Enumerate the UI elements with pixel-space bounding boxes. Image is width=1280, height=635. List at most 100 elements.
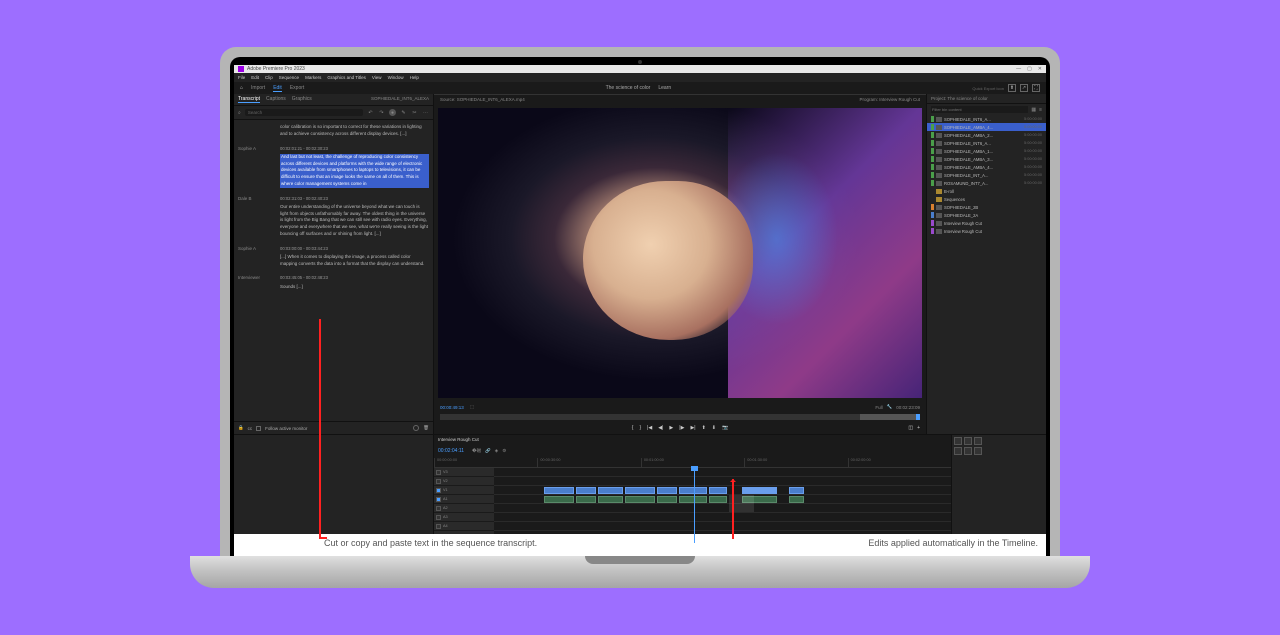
project-item[interactable]: Interview Rough Cut: [927, 227, 1046, 235]
transcript-body[interactable]: color calibration is so important to cor…: [234, 120, 433, 421]
share-icon[interactable]: ↗: [1020, 84, 1028, 92]
split-icon[interactable]: ✂: [411, 109, 418, 116]
audio-clip[interactable]: [789, 496, 804, 503]
tool-track[interactable]: [964, 437, 972, 445]
project-item[interactable]: SOPHIEDALE_INT_A...5:00:00:00: [927, 171, 1046, 179]
video-clip[interactable]: [576, 487, 596, 494]
project-item[interactable]: Interview Rough Cut: [927, 219, 1046, 227]
workspace-label[interactable]: Learn: [658, 85, 671, 91]
transcript-text[interactable]: Our entire understanding of the universe…: [280, 204, 429, 238]
current-timecode[interactable]: 00:00:49:13: [440, 405, 464, 410]
project-bin-list[interactable]: SOPHIEDALE_INT6_A...5:00:00:00SOPHIEDALE…: [927, 115, 1046, 434]
settings-icon[interactable]: ⚙: [502, 448, 506, 454]
audio-clip[interactable]: [598, 496, 623, 503]
audio-clip[interactable]: [679, 496, 707, 503]
project-item[interactable]: SOPHIEDALE_AMBA_4...5:00:00:00: [927, 123, 1046, 131]
new-bin-icon[interactable]: ▦: [1031, 107, 1036, 113]
undo-icon[interactable]: ↶: [367, 109, 374, 116]
follow-checkbox[interactable]: [256, 426, 261, 431]
transcript-search-input[interactable]: Search: [245, 109, 363, 116]
video-clip[interactable]: [625, 487, 655, 494]
program-monitor[interactable]: [438, 108, 922, 398]
home-icon[interactable]: ⌂: [240, 85, 243, 91]
step-fwd-button[interactable]: |▶: [679, 425, 684, 431]
menu-help[interactable]: Help: [410, 75, 419, 80]
tab-captions[interactable]: Captions: [266, 96, 286, 103]
zoom-level[interactable]: Full: [875, 405, 882, 410]
transcript-text[interactable]: Sounds [...]: [280, 284, 429, 291]
tool-ripple[interactable]: [974, 437, 982, 445]
marker-icon[interactable]: ◈: [495, 448, 498, 454]
track-v2[interactable]: V2: [434, 477, 494, 486]
lock-icon[interactable]: 🔒: [238, 425, 244, 431]
tab-graphics[interactable]: Graphics: [292, 96, 312, 103]
track-a3[interactable]: A3: [434, 513, 494, 522]
export-frame-button[interactable]: 📷: [722, 425, 728, 431]
maximize-button[interactable]: ▢: [1027, 66, 1032, 72]
mark-out-button[interactable]: }: [639, 425, 641, 431]
menu-file[interactable]: File: [238, 75, 245, 80]
audio-clip[interactable]: [544, 496, 574, 503]
speaker-icon[interactable]: ●: [389, 109, 396, 116]
export-icon[interactable]: ⬆: [1008, 84, 1016, 92]
video-clip[interactable]: [657, 487, 677, 494]
tool-pen[interactable]: [974, 447, 982, 455]
menu-markers[interactable]: Markers: [305, 75, 321, 80]
video-clip[interactable]: [544, 487, 574, 494]
audio-clip[interactable]: [657, 496, 677, 503]
project-item[interactable]: SOPHIEDALE_AMBA_3...5:00:00:00: [927, 155, 1046, 163]
audio-clip[interactable]: [625, 496, 655, 503]
scrub-bar[interactable]: [440, 414, 920, 420]
redo-icon[interactable]: ↷: [378, 109, 385, 116]
search-icon[interactable]: ⌕: [238, 110, 241, 116]
tool-selection[interactable]: [954, 437, 962, 445]
compare-button[interactable]: ◫: [908, 425, 913, 431]
go-in-button[interactable]: |◀: [647, 425, 652, 431]
timeline-playhead[interactable]: [694, 468, 695, 543]
mark-in-button[interactable]: {: [632, 425, 634, 431]
scrub-playhead[interactable]: [916, 414, 920, 420]
timeline-seq-name[interactable]: Interview Rough Cut: [438, 437, 479, 442]
video-clip[interactable]: [789, 487, 804, 494]
record-icon[interactable]: [413, 425, 419, 431]
menu-graphics[interactable]: Graphics and Titles: [327, 75, 366, 80]
add-icon[interactable]: ✎: [400, 109, 407, 116]
track-a2[interactable]: A2: [434, 504, 494, 513]
track-content[interactable]: [494, 468, 951, 543]
trash-icon[interactable]: 🗑: [423, 425, 429, 431]
tab-transcript[interactable]: Transcript: [238, 96, 260, 103]
transcript-entry[interactable]: Sophie A 00:02:01:21 - 00:02:30:23 And l…: [238, 146, 429, 188]
track-v3[interactable]: V3: [434, 468, 494, 477]
link-icon[interactable]: 🔗: [485, 448, 491, 454]
project-item[interactable]: SOPHIEDALE_INT6_A...5:00:00:00: [927, 115, 1046, 123]
menu-clip[interactable]: Clip: [265, 75, 273, 80]
more-icon[interactable]: ⋯: [422, 109, 429, 116]
project-item[interactable]: SOPHIEDALE_AMBA_1...5:00:00:00: [927, 147, 1046, 155]
wrench-icon[interactable]: 🔧: [887, 404, 893, 410]
project-filter-input[interactable]: [931, 106, 1028, 113]
tab-export[interactable]: Export: [290, 85, 304, 92]
transcript-text[interactable]: [...] When it comes to displaying the im…: [280, 254, 429, 268]
step-back-button[interactable]: ◀|: [658, 425, 663, 431]
menu-edit[interactable]: Edit: [251, 75, 259, 80]
tool-slip[interactable]: [964, 447, 972, 455]
transcript-entry[interactable]: Dale B 00:02:31:03 - 00:02:40:23 Our ent…: [238, 196, 429, 238]
audio-clip[interactable]: [576, 496, 596, 503]
tool-razor[interactable]: [954, 447, 962, 455]
extract-button[interactable]: ⬇: [712, 425, 716, 431]
project-item[interactable]: SOPHIEDALE_INT6_A...5:00:00:00: [927, 139, 1046, 147]
transcript-text[interactable]: color calibration is so important to cor…: [280, 124, 429, 138]
transcript-entry[interactable]: Sophie A 00:03:00:00 - 00:03:44:23 [...]…: [238, 246, 429, 268]
menu-sequence[interactable]: Sequence: [279, 75, 299, 80]
project-item[interactable]: B-roll: [927, 187, 1046, 195]
lift-button[interactable]: ⬆: [702, 425, 706, 431]
track-a1[interactable]: A1: [434, 495, 494, 504]
audio-clip[interactable]: [709, 496, 727, 503]
track-v1[interactable]: V1: [434, 486, 494, 495]
project-item[interactable]: SOPHIEDALE_2B: [927, 203, 1046, 211]
project-item[interactable]: ROSAMUND_INT7_A...5:00:00:00: [927, 179, 1046, 187]
minimize-button[interactable]: —: [1016, 66, 1021, 72]
timeline-timecode[interactable]: 00:02:04:11: [438, 448, 464, 454]
tab-edit[interactable]: Edit: [273, 85, 282, 92]
project-item[interactable]: SOPHIEDALE_AMBA_4...5:00:00:00: [927, 163, 1046, 171]
